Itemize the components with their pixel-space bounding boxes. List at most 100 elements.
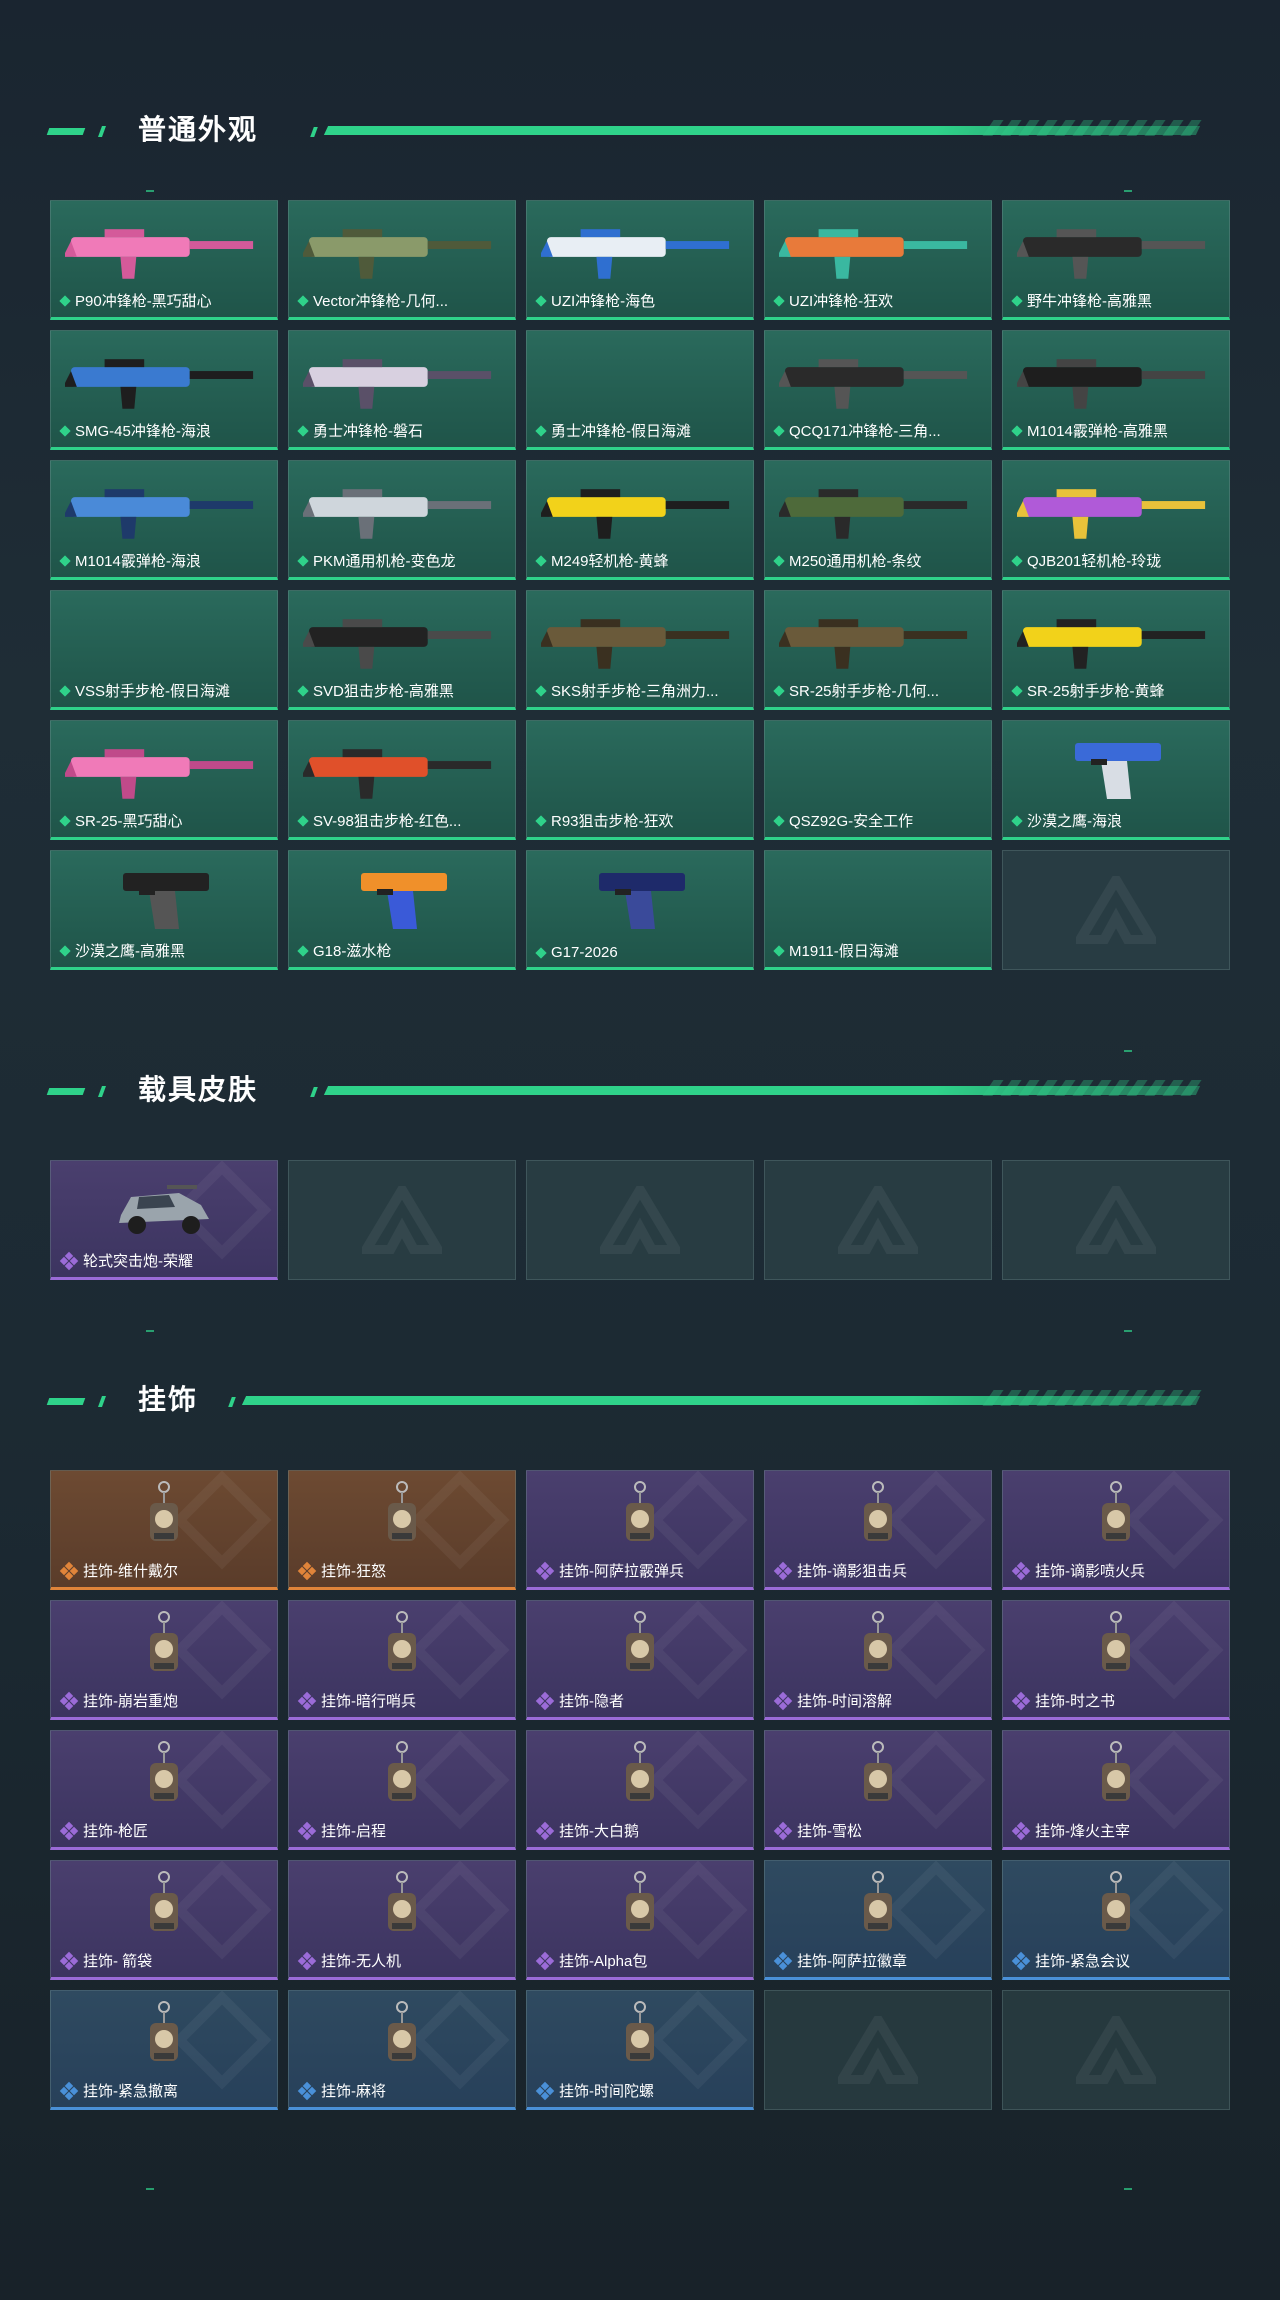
item-card[interactable]: SV-98狙击步枪-红色... [288, 720, 516, 840]
item-card[interactable]: Vector冲锋枪-几何... [288, 200, 516, 320]
item-card[interactable]: 挂饰-烽火主宰 [1002, 1730, 1230, 1850]
item-card[interactable]: SR-25-黑巧甜心 [50, 720, 278, 840]
camo-rifle-icon [541, 599, 739, 677]
item-card[interactable]: M249轻机枪-黄蜂 [526, 460, 754, 580]
black-smg-icon [1017, 209, 1215, 287]
item-card[interactable]: 挂饰-枪匠 [50, 1730, 278, 1850]
item-card[interactable]: 挂饰-时间陀螺 [526, 1990, 754, 2110]
item-card[interactable]: 挂饰-隐者 [526, 1600, 754, 1720]
item-card[interactable]: 挂饰-谪影狙击兵 [764, 1470, 992, 1590]
item-card[interactable]: 挂饰-紧急会议 [1002, 1860, 1230, 1980]
rarity-icon [59, 814, 71, 827]
item-label: R93狙击步枪-狂欢 [535, 810, 674, 831]
item-card[interactable]: 挂饰-崩岩重炮 [50, 1600, 278, 1720]
rarity-icon [297, 1821, 317, 1840]
item-card[interactable]: 挂饰-启程 [288, 1730, 516, 1850]
item-card[interactable]: 勇士冲锋枪-磐石 [288, 330, 516, 450]
item-label: SV-98狙击步枪-红色... [297, 810, 462, 831]
item-name: 挂饰-时间陀螺 [559, 2083, 654, 2100]
item-card[interactable]: G17-2026 [526, 850, 754, 970]
item-label: 挂饰-枪匠 [59, 1820, 148, 1841]
item-card[interactable]: 挂饰-维什戴尔 [50, 1470, 278, 1590]
item-card[interactable]: 挂饰-狂怒 [288, 1470, 516, 1590]
item-card[interactable]: 野牛冲锋枪-高雅黑 [1002, 200, 1230, 320]
section-title: 普通外观 [138, 113, 259, 146]
item-card[interactable]: P90冲锋枪-黑巧甜心 [50, 200, 278, 320]
charm-icon [303, 1479, 501, 1557]
empty-slot [764, 1990, 992, 2110]
item-card[interactable]: 挂饰-Alpha包 [526, 1860, 754, 1980]
item-card[interactable]: G18-滋水枪 [288, 850, 516, 970]
rarity-icon [59, 1821, 79, 1840]
item-card[interactable]: 沙漠之鹰-海浪 [1002, 720, 1230, 840]
item-card[interactable]: 挂饰-时间溶解 [764, 1600, 992, 1720]
item-label: M1911-假日海滩 [773, 940, 899, 961]
item-card[interactable]: PKM通用机枪-变色龙 [288, 460, 516, 580]
blue-smg-icon [65, 339, 263, 417]
item-card[interactable]: 挂饰-阿萨拉霰弹兵 [526, 1470, 754, 1590]
item-name: 沙漠之鹰-高雅黑 [75, 943, 185, 960]
item-card[interactable]: M1911-假日海滩 [764, 850, 992, 970]
item-card[interactable]: 挂饰-麻将 [288, 1990, 516, 2110]
rarity-icon [773, 1691, 793, 1710]
vehicle-skins-grid: 轮式突击炮-荣耀 [50, 1160, 1230, 1280]
item-name: 挂饰-谪影狙击兵 [797, 1563, 907, 1580]
item-name: 挂饰-紧急会议 [1035, 1953, 1130, 1970]
item-card[interactable]: 挂饰-阿萨拉徽章 [764, 1860, 992, 1980]
item-card[interactable]: 挂饰- 箭袋 [50, 1860, 278, 1980]
item-card[interactable]: QSZ92G-安全工作 [764, 720, 992, 840]
item-card[interactable]: R93狙击步枪-狂欢 [526, 720, 754, 840]
item-card[interactable]: 挂饰-雪松 [764, 1730, 992, 1850]
item-card[interactable]: 沙漠之鹰-高雅黑 [50, 850, 278, 970]
item-label: 勇士冲锋枪-假日海滩 [535, 420, 691, 441]
item-name: R93狙击步枪-狂欢 [551, 813, 674, 830]
section-title: 挂饰 [138, 1383, 199, 1416]
charm-icon [779, 1869, 977, 1947]
pink-rifle-icon [65, 729, 263, 807]
item-card[interactable]: SVD狙击步枪-高雅黑 [288, 590, 516, 710]
rarity-icon [297, 554, 309, 567]
rarity-icon [59, 1251, 79, 1270]
empty-slot [288, 1160, 516, 1280]
item-card[interactable]: SKS射手步枪-三角洲力... [526, 590, 754, 710]
item-name: 沙漠之鹰-海浪 [1027, 813, 1122, 830]
charm-icon [65, 1739, 263, 1817]
marble-smg-icon [303, 339, 501, 417]
charm-icon [1017, 1869, 1215, 1947]
item-name: SV-98狙击步枪-红色... [313, 813, 462, 830]
item-card[interactable]: 挂饰-谪影喷火兵 [1002, 1470, 1230, 1590]
rarity-icon [535, 814, 547, 827]
item-card[interactable]: 轮式突击炮-荣耀 [50, 1160, 278, 1280]
charm-icon [65, 1869, 263, 1947]
item-name: QJB201轻机枪-玲珑 [1027, 553, 1162, 570]
item-card[interactable]: 挂饰-暗行哨兵 [288, 1600, 516, 1720]
item-card[interactable]: UZI冲锋枪-海色 [526, 200, 754, 320]
item-card[interactable]: 挂饰-大白鹅 [526, 1730, 754, 1850]
item-label: 挂饰-狂怒 [297, 1560, 386, 1581]
item-name: M1911-假日海滩 [789, 943, 899, 960]
item-card[interactable]: QCQ171冲锋枪-三角... [764, 330, 992, 450]
item-label: 挂饰-烽火主宰 [1011, 1820, 1130, 1841]
item-card[interactable]: VSS射手步枪-假日海滩 [50, 590, 278, 710]
item-card[interactable]: M1014霰弹枪-高雅黑 [1002, 330, 1230, 450]
item-card[interactable]: 挂饰-无人机 [288, 1860, 516, 1980]
item-card[interactable]: 勇士冲锋枪-假日海滩 [526, 330, 754, 450]
item-label: 沙漠之鹰-海浪 [1011, 810, 1122, 831]
charm-icon [303, 1999, 501, 2077]
item-name: SR-25-黑巧甜心 [75, 813, 183, 830]
item-label: 挂饰-雪松 [773, 1820, 862, 1841]
item-card[interactable]: QJB201轻机枪-玲珑 [1002, 460, 1230, 580]
item-card[interactable]: SR-25射手步枪-几何... [764, 590, 992, 710]
item-card[interactable]: M1014霰弹枪-海浪 [50, 460, 278, 580]
item-card[interactable]: M250通用机枪-条纹 [764, 460, 992, 580]
item-card[interactable]: 挂饰-时之书 [1002, 1600, 1230, 1720]
item-card[interactable]: UZI冲锋枪-狂欢 [764, 200, 992, 320]
item-name: SR-25射手步枪-黄蜂 [1027, 683, 1165, 700]
yellow-rifle-icon [1017, 599, 1215, 677]
item-name: 勇士冲锋枪-磐石 [313, 423, 423, 440]
item-card[interactable]: SMG-45冲锋枪-海浪 [50, 330, 278, 450]
item-card[interactable]: SR-25射手步枪-黄蜂 [1002, 590, 1230, 710]
item-name: 勇士冲锋枪-假日海滩 [551, 423, 691, 440]
item-card[interactable]: 挂饰-紧急撤离 [50, 1990, 278, 2110]
item-label: SR-25射手步枪-黄蜂 [1011, 680, 1165, 701]
